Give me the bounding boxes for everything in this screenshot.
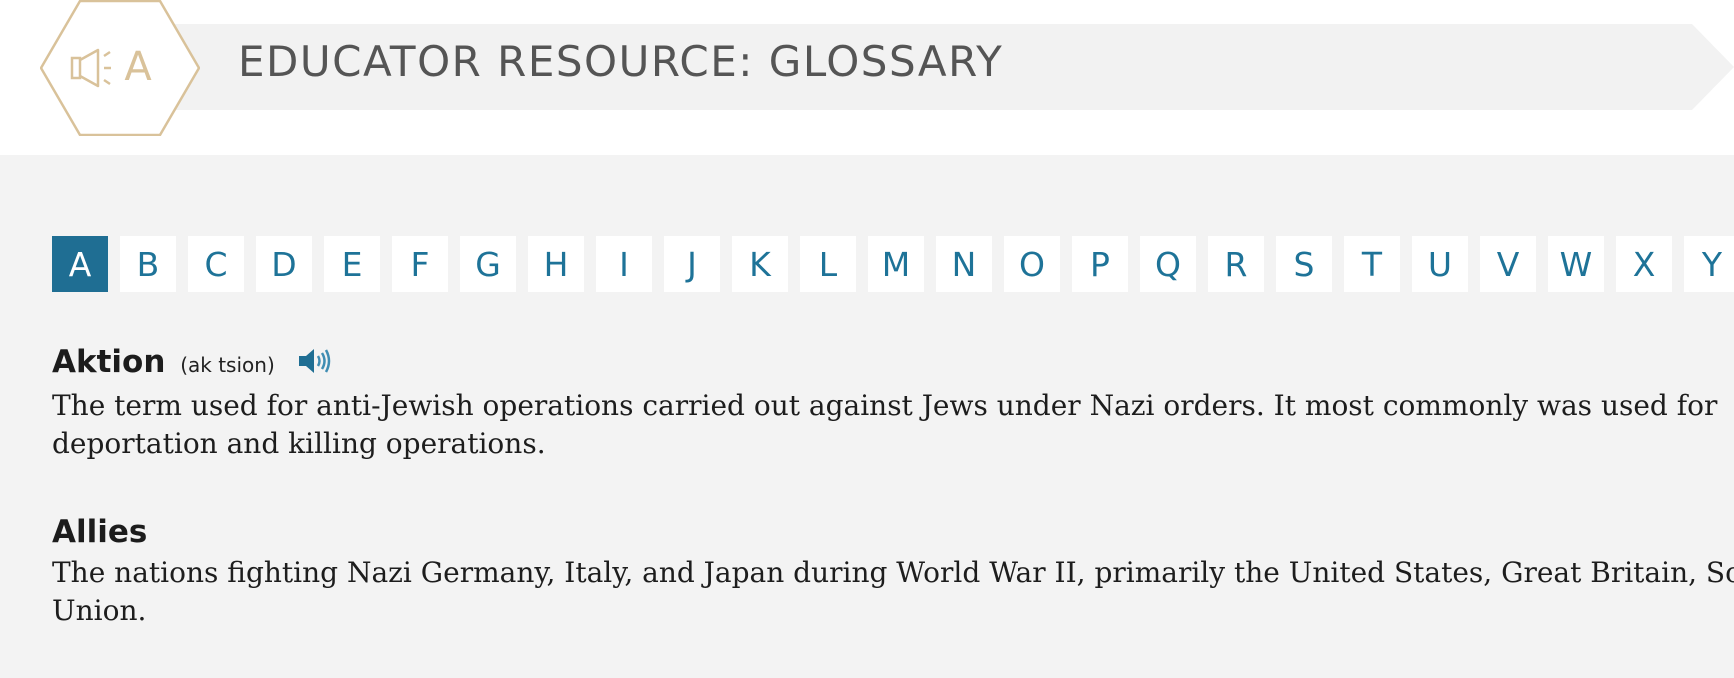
term-name: Allies: [52, 514, 148, 550]
banner-notch: [1692, 24, 1734, 110]
page-header: A EDUCATOR RESOURCE: GLOSSARY: [0, 0, 1734, 155]
letter-link-k[interactable]: K: [732, 236, 788, 292]
letter-link-t[interactable]: T: [1344, 236, 1400, 292]
letter-link-c[interactable]: C: [188, 236, 244, 292]
term-name: Aktion: [52, 344, 166, 380]
letter-link-d[interactable]: D: [256, 236, 312, 292]
letter-link-v[interactable]: V: [1480, 236, 1536, 292]
letter-link-e[interactable]: E: [324, 236, 380, 292]
term-definition: The nations fighting Nazi Germany, Italy…: [52, 556, 1734, 627]
letter-link-i[interactable]: I: [596, 236, 652, 292]
letter-link-r[interactable]: R: [1208, 236, 1264, 292]
megaphone-a-hex-icon: A: [40, 0, 200, 136]
term-definition: The term used for anti-Jewish operations…: [52, 389, 1718, 460]
letter-link-s[interactable]: S: [1276, 236, 1332, 292]
letter-link-x[interactable]: X: [1616, 236, 1672, 292]
letter-link-j[interactable]: J: [664, 236, 720, 292]
glossary-entry: Allies The nations fighting Nazi Germany…: [52, 512, 1734, 630]
letter-link-f[interactable]: F: [392, 236, 448, 292]
letter-link-u[interactable]: U: [1412, 236, 1468, 292]
term-heading: Aktion (ak tsion): [52, 342, 1734, 385]
letter-link-a[interactable]: A: [52, 236, 108, 292]
term-heading: Allies: [52, 512, 1734, 552]
letter-link-l[interactable]: L: [800, 236, 856, 292]
letter-link-m[interactable]: M: [868, 236, 924, 292]
letter-link-q[interactable]: Q: [1140, 236, 1196, 292]
logo-letter: A: [124, 44, 152, 90]
letter-link-w[interactable]: W: [1548, 236, 1604, 292]
letter-link-h[interactable]: H: [528, 236, 584, 292]
speaker-icon[interactable]: [296, 346, 332, 376]
pronunciation: (ak tsion): [180, 353, 275, 377]
letter-link-p[interactable]: P: [1072, 236, 1128, 292]
letter-link-y[interactable]: Y: [1684, 236, 1734, 292]
alphabet-nav: ABCDEFGHIJKLMNOPQRSTUVWXY: [52, 236, 1734, 292]
glossary-entry: Aktion (ak tsion) The term used for anti…: [52, 342, 1734, 463]
letter-link-b[interactable]: B: [120, 236, 176, 292]
letter-link-g[interactable]: G: [460, 236, 516, 292]
letter-link-o[interactable]: O: [1004, 236, 1060, 292]
letter-link-n[interactable]: N: [936, 236, 992, 292]
page-title: EDUCATOR RESOURCE: GLOSSARY: [238, 37, 1004, 86]
